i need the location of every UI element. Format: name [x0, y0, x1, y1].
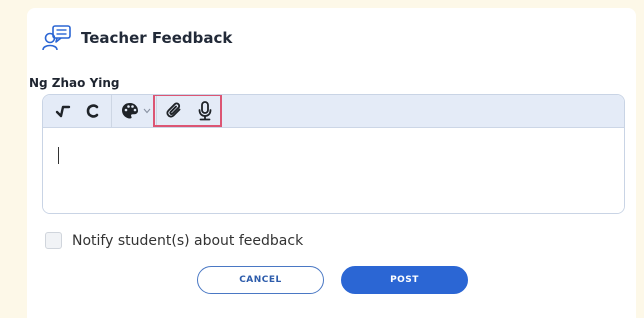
- notify-option[interactable]: Notify student(s) about feedback: [45, 232, 303, 249]
- palette-icon: [121, 102, 141, 120]
- post-button[interactable]: POST: [341, 266, 468, 294]
- notify-checkbox[interactable]: [45, 232, 62, 249]
- highlight-box: [153, 95, 222, 127]
- cross-mark-button[interactable]: [83, 99, 103, 123]
- cancel-button[interactable]: CANCEL: [197, 266, 324, 294]
- chevron-down-icon: [141, 108, 151, 114]
- feedback-card: Teacher Feedback Ng Zhao Ying Notify stu…: [27, 8, 636, 318]
- editor-toolbar: [43, 95, 624, 128]
- colour-picker-button[interactable]: [119, 99, 153, 123]
- feedback-editor: [42, 94, 625, 214]
- tick-mark-button[interactable]: [53, 99, 73, 123]
- text-cursor: [58, 147, 59, 164]
- toolbar-divider: [111, 95, 112, 127]
- card-header: Teacher Feedback: [41, 24, 232, 52]
- feedback-text-input[interactable]: [43, 128, 624, 213]
- page-title: Teacher Feedback: [81, 29, 233, 47]
- tick-mark-icon: [55, 103, 71, 119]
- cross-mark-icon: [85, 103, 101, 119]
- notify-label: Notify student(s) about feedback: [72, 232, 304, 249]
- student-name: Ng Zhao Ying: [29, 76, 120, 90]
- feedback-chat-icon: [41, 24, 73, 52]
